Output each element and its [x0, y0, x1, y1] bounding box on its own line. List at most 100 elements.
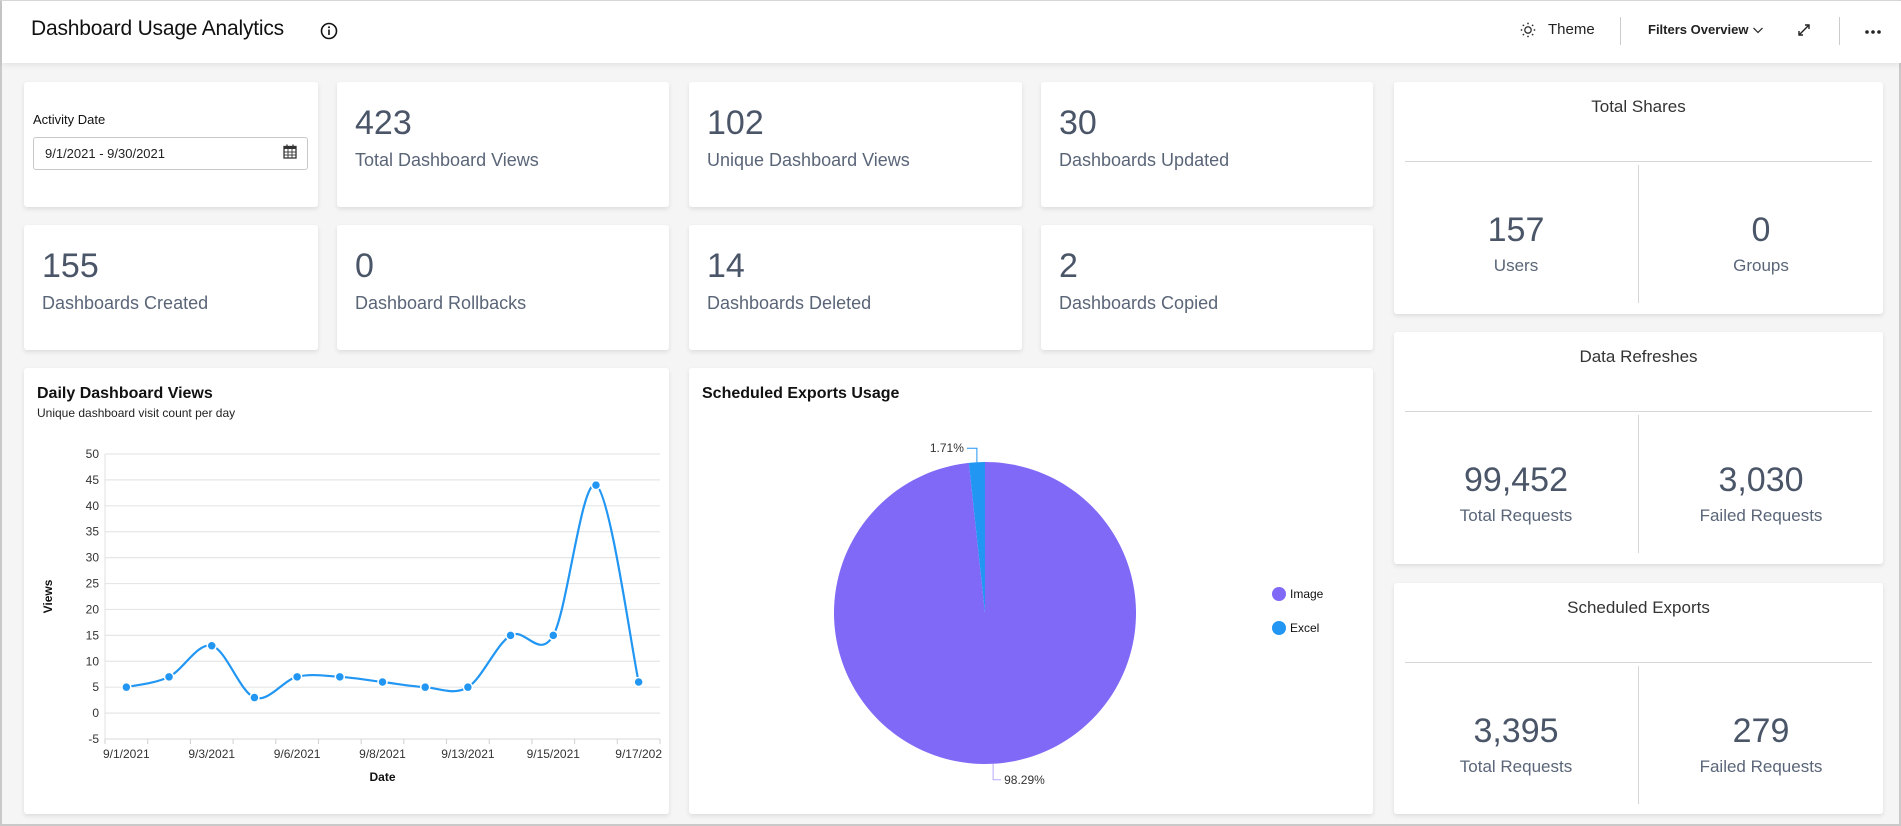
- page-title: Dashboard Usage Analytics: [31, 17, 284, 40]
- split-cell-total-requests: 3,395 Total Requests: [1394, 713, 1638, 777]
- split-label: Total Requests: [1459, 757, 1573, 776]
- kpi-label: Dashboard Rollbacks: [355, 293, 527, 313]
- calendar-icon[interactable]: [283, 144, 297, 159]
- leader-line: [966, 447, 978, 463]
- divider: [1405, 662, 1872, 663]
- data-point: [206, 640, 217, 651]
- y-tick-label: 20: [86, 602, 100, 616]
- split-card-title: Scheduled Exports: [1567, 598, 1710, 617]
- info-circle-icon[interactable]: [320, 22, 338, 40]
- x-tick-label: 9/17/202: [615, 747, 662, 761]
- split-cell-failed-requests: 279 Failed Requests: [1639, 713, 1883, 777]
- kpi-card-dashboards-created: 155 Dashboards Created: [24, 225, 318, 350]
- y-axis-title: Views: [41, 579, 55, 613]
- kpi-value: 102: [707, 104, 764, 142]
- divider: [1405, 411, 1872, 412]
- y-tick-label: -5: [88, 732, 99, 746]
- split-card-total-shares: Total Shares 157 Users 0 Groups: [1394, 82, 1883, 314]
- x-axis-title: Date: [369, 770, 395, 784]
- y-tick-label: 30: [86, 551, 100, 565]
- expand-icon[interactable]: [1796, 22, 1812, 38]
- kpi-label: Dashboards Deleted: [707, 293, 872, 313]
- kpi-value: 0: [355, 247, 374, 285]
- split-card-title: Data Refreshes: [1579, 347, 1698, 366]
- data-point: [249, 692, 260, 703]
- header-divider: [1620, 17, 1621, 45]
- split-card-scheduled-exports: Scheduled Exports 3,395 Total Requests 2…: [1394, 583, 1883, 814]
- data-point: [419, 681, 431, 693]
- data-point: [462, 681, 474, 693]
- kpi-label: Dashboards Created: [42, 293, 209, 313]
- y-tick-label: 10: [86, 654, 100, 668]
- split-value: 3,395: [1473, 712, 1559, 750]
- split-value: 3,030: [1718, 461, 1804, 499]
- split-cell-users: 157 Users: [1394, 212, 1638, 276]
- split-label: Failed Requests: [1699, 757, 1823, 776]
- split-card-title: Total Shares: [1591, 97, 1686, 116]
- y-tick-label: 35: [86, 525, 100, 539]
- data-point: [590, 479, 602, 491]
- kpi-card-dashboards-deleted: 14 Dashboards Deleted: [689, 225, 1022, 350]
- data-point: [163, 671, 175, 683]
- filters-overview-label: Filters Overview: [1648, 22, 1749, 37]
- split-label: Users: [1493, 256, 1539, 275]
- data-point: [377, 676, 388, 688]
- split-cell-groups: 0 Groups: [1639, 212, 1883, 276]
- activity-date-filter-card: Activity Date: [24, 82, 318, 207]
- x-tick-label: 9/1/2021: [103, 747, 150, 761]
- divider: [1405, 161, 1872, 162]
- kpi-label: Dashboards Copied: [1059, 293, 1219, 313]
- scheduled-exports-usage-card: Scheduled Exports Usage 1.71% 98.29% Image…: [689, 368, 1373, 814]
- kpi-card-unique-dashboard-views: 102 Unique Dashboard Views: [689, 82, 1022, 207]
- pie-chart: 1.71% 98.29% Image Excel: [834, 441, 1324, 787]
- kpi-value: 30: [1059, 104, 1097, 142]
- legend-label-image: Image: [1290, 587, 1324, 601]
- pie-label-image: 98.29%: [1004, 773, 1045, 787]
- leader-line: [992, 763, 1002, 781]
- kpi-card-total-dashboard-views: 423 Total Dashboard Views: [337, 82, 669, 207]
- data-point: [633, 676, 644, 688]
- x-tick-label: 9/6/2021: [274, 747, 321, 761]
- pie-label-excel: 1.71%: [930, 441, 964, 455]
- y-tick-label: 45: [86, 473, 100, 487]
- more-horizontal-icon[interactable]: [1864, 29, 1882, 35]
- legend-swatch-image: [1272, 587, 1286, 601]
- kpi-value: 423: [355, 104, 412, 142]
- line-chart: 50454035302520151050-59/1/2021 9/3/2021 9/…: [41, 447, 662, 784]
- split-cell-failed-requests: 3,030 Failed Requests: [1639, 462, 1883, 526]
- activity-date-input[interactable]: [33, 137, 308, 170]
- data-point: [334, 671, 346, 683]
- split-card-data-refreshes: Data Refreshes 99,452 Total Requests 3,0…: [1394, 332, 1883, 564]
- kpi-value: 155: [42, 247, 99, 285]
- y-tick-label: 40: [86, 499, 100, 513]
- header-divider: [1839, 17, 1840, 45]
- split-label: Total Requests: [1459, 506, 1573, 525]
- y-tick-label: 0: [92, 706, 99, 720]
- split-label: Groups: [1733, 256, 1789, 275]
- kpi-card-dashboards-updated: 30 Dashboards Updated: [1041, 82, 1373, 207]
- y-tick-label: 25: [86, 577, 100, 591]
- series-line-views: [126, 483, 640, 700]
- split-label: Failed Requests: [1699, 506, 1823, 525]
- kpi-card-dashboard-rollbacks: 0 Dashboard Rollbacks: [337, 225, 669, 350]
- legend-swatch-excel: [1272, 621, 1286, 635]
- kpi-card-dashboards-copied: 2 Dashboards Copied: [1041, 225, 1373, 350]
- split-value: 157: [1487, 211, 1545, 249]
- kpi-label: Dashboards Updated: [1059, 150, 1230, 170]
- kpi-value: 14: [707, 247, 745, 285]
- split-value: 99,452: [1464, 461, 1568, 499]
- split-value: 0: [1751, 211, 1771, 249]
- kpi-label: Total Dashboard Views: [355, 150, 539, 170]
- data-point: [121, 681, 132, 693]
- theme-label: Theme: [1548, 21, 1595, 38]
- chevron-down-icon: [1753, 27, 1763, 34]
- activity-date-label: Activity Date: [33, 112, 106, 127]
- daily-dashboard-views-card: Daily Dashboard Views Unique dashboard v…: [24, 368, 669, 814]
- x-tick-label: 9/8/2021: [359, 747, 406, 761]
- header-bar: Dashboard Usage Analytics Theme Filters …: [2, 1, 1901, 63]
- x-tick-label: 9/13/2021: [441, 747, 495, 761]
- data-point: [291, 671, 303, 683]
- x-tick-label: 9/15/2021: [527, 747, 581, 761]
- sun-icon: [1520, 22, 1536, 38]
- x-tick-label: 9/3/2021: [188, 747, 235, 761]
